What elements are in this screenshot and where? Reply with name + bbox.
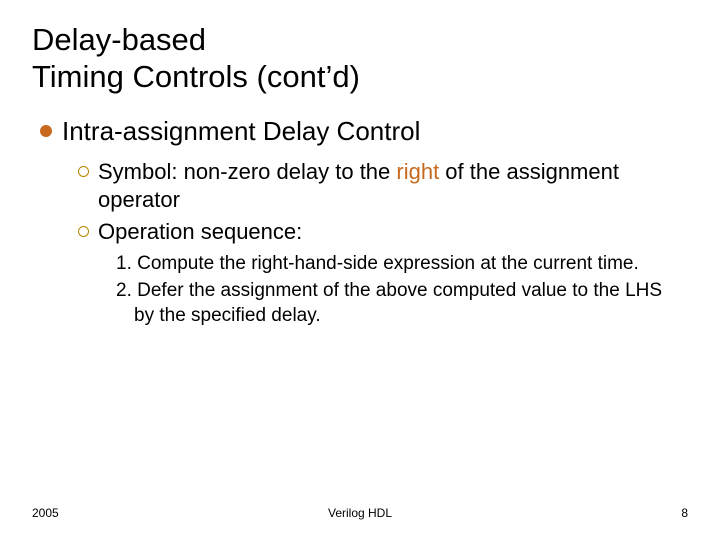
numbered-item: 1. Compute the right-hand-side expressio… bbox=[116, 252, 676, 277]
title-line-1: Delay-based bbox=[32, 22, 206, 57]
bullet-level2: Operation sequence: bbox=[78, 218, 688, 246]
slide-title: Delay-based Timing Controls (cont’d) bbox=[32, 22, 688, 95]
bullet-level1: Intra-assignment Delay Control bbox=[40, 115, 688, 148]
ring-bullet-icon bbox=[78, 226, 89, 237]
l2-accent: right bbox=[396, 159, 439, 184]
footer-year: 2005 bbox=[32, 506, 59, 520]
numbered-list: 1. Compute the right-hand-side expressio… bbox=[116, 252, 688, 328]
ring-bullet-icon bbox=[78, 166, 89, 177]
disc-bullet-icon bbox=[40, 125, 52, 137]
numbered-item: 2. Defer the assignment of the above com… bbox=[116, 279, 676, 328]
slide-footer: 2005 Verilog HDL 8 bbox=[0, 506, 720, 520]
l2-prefix: Symbol: non-zero delay to the bbox=[98, 159, 396, 184]
bullet-level2-text: Operation sequence: bbox=[98, 218, 302, 246]
l2-prefix: Operation sequence: bbox=[98, 219, 302, 244]
footer-page-number: 8 bbox=[681, 506, 688, 520]
bullet-level2-text: Symbol: non-zero delay to the right of t… bbox=[98, 158, 688, 214]
bullet-level1-text: Intra-assignment Delay Control bbox=[62, 115, 420, 148]
bullet-level2: Symbol: non-zero delay to the right of t… bbox=[78, 158, 688, 214]
footer-title: Verilog HDL bbox=[328, 506, 392, 520]
title-line-2: Timing Controls (cont’d) bbox=[32, 59, 360, 94]
